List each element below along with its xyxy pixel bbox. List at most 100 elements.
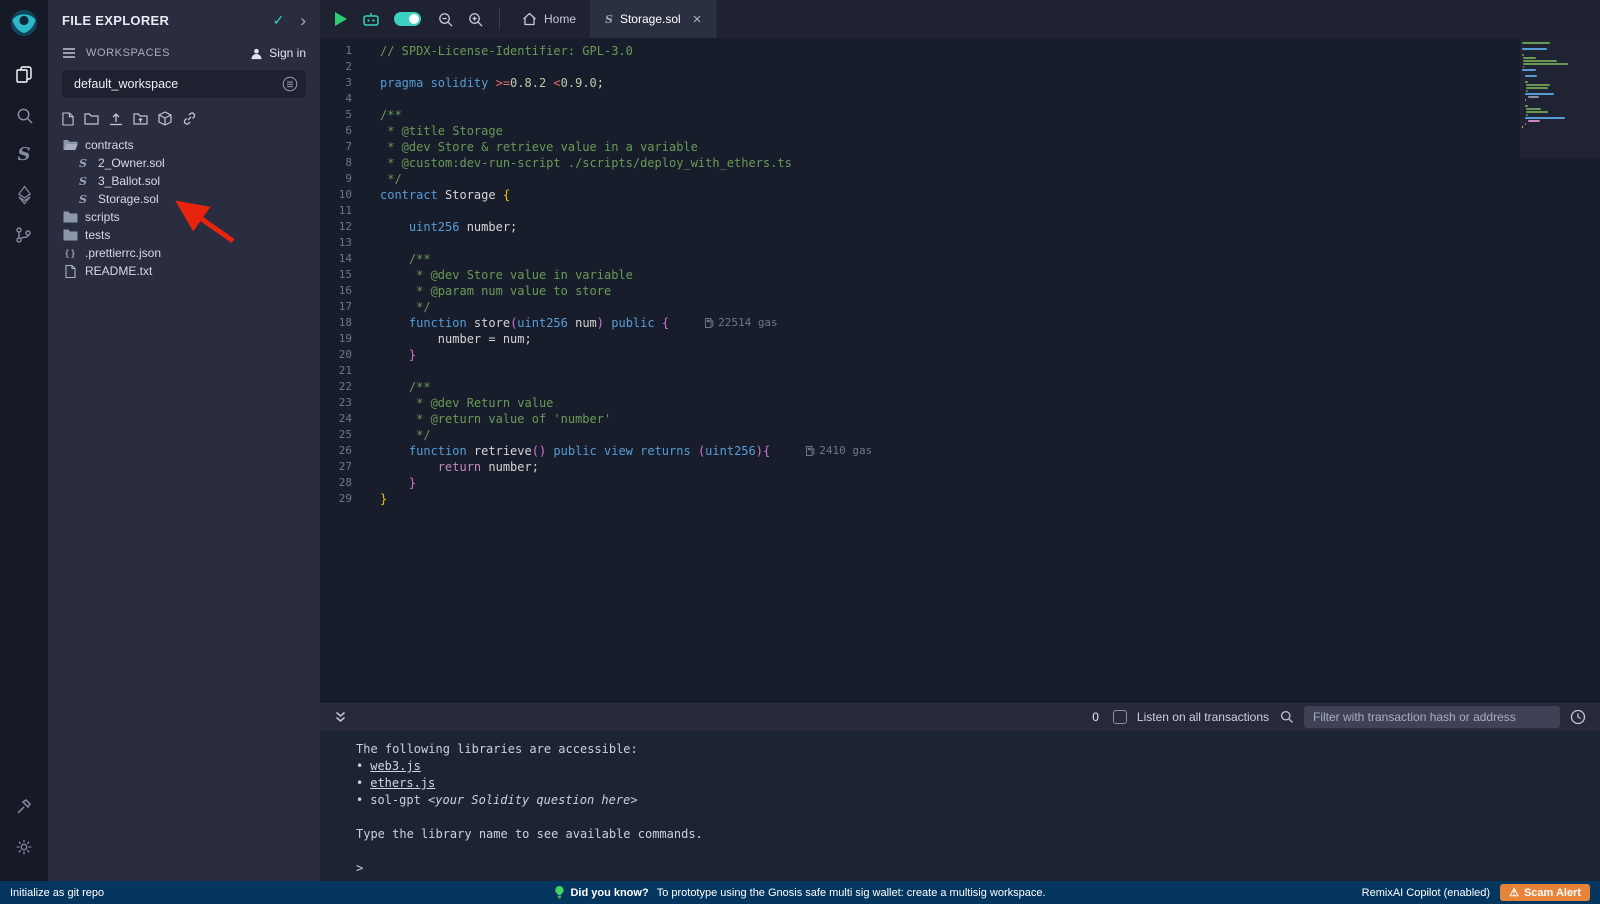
tree-file-README.txt[interactable]: README.txt <box>48 262 320 280</box>
close-tab-icon[interactable]: × <box>693 12 702 27</box>
line-number[interactable]: 7 <box>320 139 368 155</box>
tree-folder-tests[interactable]: tests <box>48 226 320 244</box>
line-number[interactable]: 22 <box>320 379 368 395</box>
check-icon[interactable]: ✓ <box>273 12 285 29</box>
tree-folder-contracts[interactable]: contracts <box>48 136 320 154</box>
workspace-menu-icon[interactable] <box>282 76 298 92</box>
status-bar: Initialize as git repo Did you know? To … <box>0 881 1600 904</box>
upload-file-icon[interactable] <box>109 112 123 126</box>
panel-title: FILE EXPLORER <box>62 13 273 28</box>
tree-label: scripts <box>85 210 120 224</box>
copilot-toggle[interactable] <box>394 12 421 26</box>
zoom-in-icon[interactable] <box>467 11 484 28</box>
scam-alert-button[interactable]: ⚠Scam Alert <box>1500 884 1590 901</box>
tab-storage-sol[interactable]: S Storage.sol × <box>591 0 716 38</box>
line-number[interactable]: 18 <box>320 315 368 331</box>
line-number[interactable]: 4 <box>320 91 368 107</box>
copilot-status[interactable]: RemixAI Copilot (enabled) <box>1362 887 1490 899</box>
deploy-run-icon[interactable] <box>0 175 48 215</box>
hamburger-menu-icon[interactable] <box>62 47 76 59</box>
terminal-search-icon[interactable] <box>1279 709 1294 724</box>
gas-estimate-badge: 2410 gas <box>806 443 872 459</box>
line-number[interactable]: 13 <box>320 235 368 251</box>
line-number[interactable]: 9 <box>320 171 368 187</box>
file-actions-toolbar <box>48 100 320 133</box>
line-number[interactable]: 27 <box>320 459 368 475</box>
code-line: 27 return number; <box>320 459 1600 475</box>
workspaces-row: WORKSPACES Sign in <box>48 39 320 66</box>
line-number[interactable]: 28 <box>320 475 368 491</box>
line-number[interactable]: 17 <box>320 299 368 315</box>
line-number[interactable]: 15 <box>320 267 368 283</box>
search-icon[interactable] <box>0 95 48 135</box>
minimap[interactable] <box>1522 42 1584 129</box>
code-editor[interactable]: 1// SPDX-License-Identifier: GPL-3.023pr… <box>320 38 1600 701</box>
link-remixd-icon[interactable] <box>182 111 197 126</box>
terminal[interactable]: The following libraries are accessible:•… <box>320 731 1600 881</box>
publish-cube-icon[interactable] <box>158 111 172 126</box>
workspace-selector[interactable]: default_workspace <box>62 70 306 98</box>
tree-file-2_Owner.sol[interactable]: S2_Owner.sol <box>48 154 320 172</box>
transaction-filter-input[interactable] <box>1304 706 1560 728</box>
tree-file-3_Ballot.sol[interactable]: S3_Ballot.sol <box>48 172 320 190</box>
tree-file-.prettierrc.json[interactable]: { }.prettierrc.json <box>48 244 320 262</box>
code-line: 12 uint256 number; <box>320 219 1600 235</box>
line-number[interactable]: 24 <box>320 411 368 427</box>
chevron-right-icon[interactable]: › <box>300 12 306 29</box>
plugin-manager-icon[interactable] <box>0 787 48 827</box>
code-line: 8 * @custom:dev-run-script ./scripts/dep… <box>320 155 1600 171</box>
solidity-file-icon: S <box>75 194 91 205</box>
git-init-button[interactable]: Initialize as git repo <box>0 887 104 899</box>
line-number[interactable]: 25 <box>320 427 368 443</box>
solidity-compiler-icon[interactable]: S <box>0 135 48 175</box>
settings-gear-icon[interactable] <box>0 827 48 867</box>
file-explorer-icon[interactable] <box>0 55 48 95</box>
new-folder-icon[interactable] <box>84 112 99 125</box>
line-number[interactable]: 6 <box>320 123 368 139</box>
upload-folder-icon[interactable] <box>133 112 148 125</box>
listen-all-checkbox[interactable] <box>1113 710 1127 724</box>
terminal-link[interactable]: ethers.js <box>370 776 435 790</box>
tree-file-Storage.sol[interactable]: SStorage.sol <box>48 190 320 208</box>
code-line: 28 } <box>320 475 1600 491</box>
bottom-strip <box>0 904 1600 919</box>
tab-home[interactable]: Home <box>508 0 591 38</box>
line-number[interactable]: 2 <box>320 59 368 75</box>
terminal-link[interactable]: web3.js <box>370 759 421 773</box>
line-number[interactable]: 23 <box>320 395 368 411</box>
new-file-icon[interactable] <box>62 112 74 126</box>
line-number[interactable]: 12 <box>320 219 368 235</box>
user-icon <box>250 47 263 60</box>
line-number[interactable]: 1 <box>320 43 368 59</box>
line-number[interactable]: 8 <box>320 155 368 171</box>
sign-in-button[interactable]: Sign in <box>250 46 306 60</box>
workspace-name: default_workspace <box>74 77 282 91</box>
line-number[interactable]: 10 <box>320 187 368 203</box>
line-number[interactable]: 20 <box>320 347 368 363</box>
line-number[interactable]: 26 <box>320 443 368 459</box>
git-icon[interactable] <box>0 215 48 255</box>
tip-text: To prototype using the Gnosis safe multi… <box>657 887 1046 899</box>
line-number[interactable]: 14 <box>320 251 368 267</box>
line-number[interactable]: 5 <box>320 107 368 123</box>
terminal-line <box>356 843 1600 860</box>
zoom-out-icon[interactable] <box>437 11 454 28</box>
remix-logo-icon[interactable] <box>9 8 39 43</box>
line-number[interactable]: 29 <box>320 491 368 507</box>
expand-terminal-icon[interactable] <box>334 711 347 723</box>
history-clock-icon[interactable] <box>1570 709 1586 725</box>
line-number[interactable]: 19 <box>320 331 368 347</box>
line-number[interactable]: 16 <box>320 283 368 299</box>
line-number[interactable]: 3 <box>320 75 368 91</box>
tree-folder-scripts[interactable]: scripts <box>48 208 320 226</box>
code-line: 14 /** <box>320 251 1600 267</box>
code-line: 3pragma solidity >=0.8.2 <0.9.0; <box>320 75 1600 91</box>
run-script-icon[interactable] <box>334 11 348 27</box>
code-line: 26 function retrieve() public view retur… <box>320 443 1600 459</box>
line-number[interactable]: 11 <box>320 203 368 219</box>
folder-icon <box>62 139 78 151</box>
toggle-knob <box>409 14 419 24</box>
line-number[interactable]: 21 <box>320 363 368 379</box>
remixai-copilot-icon[interactable] <box>361 10 381 28</box>
gas-estimate-badge: 22514 gas <box>705 315 778 331</box>
